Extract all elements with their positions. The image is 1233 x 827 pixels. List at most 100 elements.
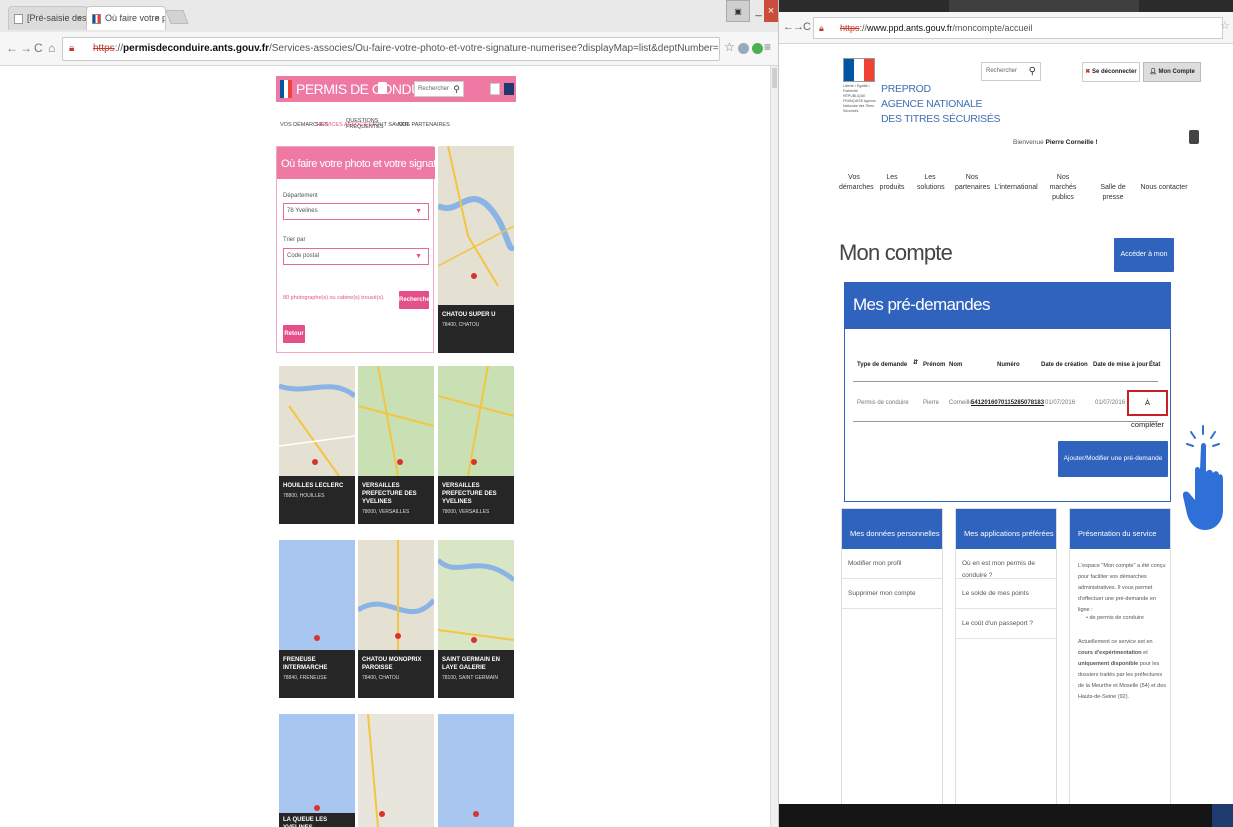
location-tile[interactable] [438, 714, 514, 827]
back-icon[interactable]: ← [6, 41, 18, 55]
nav-marches-publics[interactable]: Nos marchés publics [1043, 173, 1083, 203]
location-tile[interactable]: LA QUEUE LES YVELINES [279, 714, 355, 827]
status-a-completer-link[interactable]: À compléter [1127, 390, 1168, 429]
scrollbar-thumb[interactable] [772, 68, 777, 88]
col-nom[interactable]: Nom [949, 362, 962, 368]
pointer-hand-icon [1183, 425, 1223, 530]
search-button[interactable]: Rechercher [399, 291, 432, 309]
app-link-passeport[interactable]: Le coût d'un passeport ? [956, 609, 1056, 639]
location-tile[interactable]: VERSAILLES PREFECTURE DES YVELINES 78000… [438, 366, 514, 524]
taskbar-button[interactable] [1212, 804, 1233, 827]
experimentation-text: Actuellement ce service est en cours d'e… [1078, 637, 1168, 703]
close-tab-icon[interactable]: × [77, 13, 82, 23]
lock-icon[interactable] [1189, 130, 1199, 144]
col-numero[interactable]: Numéro [997, 362, 1020, 368]
forward-icon[interactable]: → [20, 41, 32, 55]
reload-icon[interactable]: C [803, 21, 811, 33]
personal-data-card: Mes données personnelles Modifier mon pr… [841, 508, 943, 808]
text-bold: cours d'expérimentation [1078, 650, 1142, 656]
back-button[interactable]: Retour [283, 325, 305, 343]
left-browser-window: [Pré-saisie des demande × Où faire votre… [0, 0, 778, 827]
extension-icon[interactable] [752, 43, 763, 54]
menu-toggle-icon[interactable] [490, 83, 500, 95]
bullet-permis: • de permis de conduire [1086, 615, 1144, 621]
extension-icon[interactable] [738, 43, 749, 54]
tile-caption: FRENEUSE INTERMARCHE 78840, FRENEUSE [279, 650, 355, 698]
location-tile[interactable]: VERSAILLES PREFECTURE DES YVELINES 78000… [358, 366, 434, 524]
sort-select[interactable]: Code postal ▼ [283, 248, 429, 265]
location-tile[interactable]: CHATOU MONOPRIX PAROISSE 78400, CHATOU [358, 540, 434, 698]
welcome-text: Bienvenue Pierre Corneille ! [1013, 139, 1098, 146]
tab-photo[interactable]: Où faire votre photo et v × [86, 6, 166, 30]
col-prenom[interactable]: Prénom [923, 362, 945, 368]
agency-name[interactable]: PREPROD AGENCE NATIONALE DES TITRES SÉCU… [881, 82, 1001, 127]
nav-partenaires[interactable]: Nos partenaires [955, 173, 990, 193]
close-window-icon[interactable]: × [764, 0, 778, 22]
nav-partenaires[interactable]: NOS PARTENAIRES [398, 122, 450, 128]
col-date-maj[interactable]: Date de mise à jour [1093, 362, 1148, 368]
new-tab-button[interactable] [165, 10, 189, 24]
app-link-permis[interactable]: Où en est mon permis de conduire ? [956, 549, 1056, 579]
tile-caption: SAINT GERMAIN EN LAYE GALERIE 78100, SAI… [438, 650, 514, 698]
nav-international[interactable]: L'international [993, 183, 1039, 193]
bookmark-star-icon[interactable]: ☆ [1220, 19, 1230, 32]
chevron-down-icon: ▼ [415, 208, 422, 215]
insecure-lock-icon: 🔒︎ [69, 43, 75, 54]
logout-button[interactable]: ✖ Se déconnecter [1082, 62, 1140, 82]
user-name: Pierre Corneille ! [1045, 139, 1098, 146]
location-tile[interactable]: SAINT GERMAIN EN LAYE GALERIE 78100, SAI… [438, 540, 514, 698]
site-search-input[interactable]: Rechercher ⚲ [414, 81, 464, 97]
nav-salle-de-presse[interactable]: Salle de presse [1089, 183, 1137, 203]
site-header: PERMIS DE CONDUIRE Rechercher ⚲ [276, 76, 516, 102]
user-profile-icon[interactable]: ▣ [726, 0, 750, 22]
tile-title: HOUILLES LECLERC [283, 483, 344, 489]
col-etat[interactable]: État [1149, 362, 1160, 368]
nav-vos-demarches[interactable]: Vos démarches [839, 173, 874, 193]
home-icon[interactable]: ⌂ [48, 41, 55, 55]
search-input[interactable]: Rechercher ⚲ [981, 62, 1041, 81]
taskbar-strip [779, 804, 1233, 827]
tile-caption: VERSAILLES PREFECTURE DES YVELINES 78000… [358, 476, 434, 524]
cell-numero-link[interactable]: 5412016070115285078183 [971, 400, 1044, 406]
edit-profile-link[interactable]: Modifier mon profil [842, 549, 942, 579]
bookmark-star-icon[interactable]: ☆ [724, 40, 735, 54]
add-modify-predemande-button[interactable]: Ajouter/Modifier une pré-demande [1058, 441, 1168, 477]
menu-icon[interactable]: ≡ [764, 40, 771, 54]
location-tile[interactable] [358, 714, 434, 827]
tile-address: 78840, FRENEUSE [283, 675, 327, 681]
department-label: Département [283, 193, 318, 199]
access-account-button[interactable]: Accéder à mon compte [1114, 238, 1174, 292]
service-presentation-card: Présentation du service L'espace "Mon co… [1069, 508, 1171, 808]
app-link-points[interactable]: Le solde de mes points [956, 579, 1056, 609]
nav-produits[interactable]: Les produits [879, 173, 905, 193]
scrollbar[interactable] [770, 66, 778, 827]
tab-pre-saisie[interactable]: [Pré-saisie des demande × [8, 6, 88, 30]
bullet-text: de permis de conduire [1089, 615, 1144, 621]
location-tile[interactable]: CHATOU SUPER U 78400, CHATOU [438, 146, 514, 353]
url-input[interactable]: 🔒︎ https://permisdeconduire.ants.gouv.fr… [62, 37, 720, 61]
url-path: /moncompte/accueil [952, 23, 1033, 33]
search-icon[interactable]: ⚲ [1029, 63, 1036, 80]
location-tile[interactable]: FRENEUSE INTERMARCHE 78840, FRENEUSE [279, 540, 355, 698]
delete-account-link[interactable]: Supprimer mon compte [842, 579, 942, 609]
col-date-creation[interactable]: Date de création [1041, 362, 1088, 368]
agency-line: AGENCE NATIONALE [881, 98, 983, 110]
close-tab-icon[interactable]: × [155, 13, 160, 23]
my-account-button[interactable]: 👤︎ Mon Compte [1143, 62, 1201, 82]
finder-title: Où faire votre photo et votre signature … [277, 147, 510, 179]
sort-icon[interactable]: ⇵ [913, 359, 918, 366]
nav-contact[interactable]: Nous contacter [1139, 183, 1189, 193]
location-tile[interactable]: HOUILLES LECLERC 78800, HOUILLES [279, 366, 355, 524]
col-type[interactable]: Type de demande [857, 362, 907, 368]
nav-solutions[interactable]: Les solutions [917, 173, 945, 193]
tab-bar: [Pré-saisie des demande × Où faire votre… [0, 0, 778, 32]
ants-page: Liberté • Égalité • Fraternité RÉPUBLIQU… [779, 44, 1233, 808]
user-icon[interactable] [504, 83, 514, 95]
nav-questions[interactable]: QUESTIONS FRÉQUENTES [346, 118, 384, 130]
url-input[interactable]: 🔒︎ https://www.ppd.ants.gouv.fr/moncompt… [813, 17, 1223, 39]
account-label: Mon Compte [1158, 69, 1195, 75]
search-icon[interactable]: ⚲ [453, 82, 460, 96]
url-scheme: https [840, 23, 860, 33]
reload-icon[interactable]: C [34, 41, 43, 55]
department-select[interactable]: 78 Yvelines ▼ [283, 203, 429, 220]
